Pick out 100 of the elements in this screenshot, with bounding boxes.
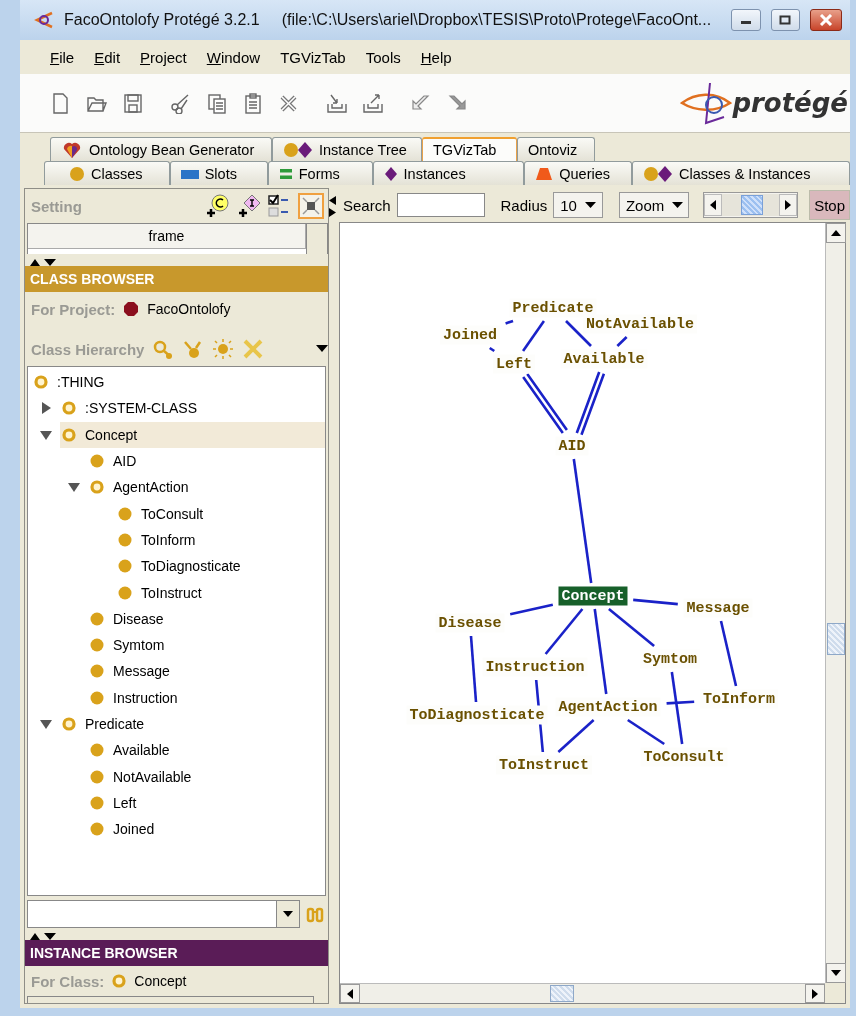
tree-item[interactable]: Available [110,740,173,761]
tree-item[interactable]: Disease [110,608,167,629]
import-icon[interactable] [326,92,348,114]
dropdown-icon[interactable] [316,345,328,353]
menu-item[interactable]: Window [198,48,273,66]
tab[interactable]: Ontology Bean Generator [50,137,272,161]
graph-node[interactable]: AgentAction [555,697,661,717]
graph-node[interactable]: AID [555,436,589,456]
down-arrow-icon[interactable] [831,970,841,976]
menu-item[interactable]: Edit [86,48,133,66]
tree-item[interactable]: Message [110,661,173,682]
slider-thumb[interactable] [741,195,764,215]
tree-item[interactable]: Instruction [110,687,181,708]
right-arrow-icon[interactable] [784,200,791,210]
graph-node[interactable]: ToInform [700,689,778,709]
graph-edge [522,320,545,352]
radius-dropdown[interactable]: 10 [553,192,603,218]
create-instance-icon[interactable] [236,193,262,219]
tree-toggle-icon[interactable] [40,718,52,730]
menu-item[interactable]: Tools [357,48,413,66]
vertical-scrollbar[interactable] [825,223,845,983]
graph-node[interactable]: Joined [440,325,500,345]
graph-node[interactable]: Disease [435,613,505,633]
tree-item[interactable]: Left [110,792,140,813]
tree-item[interactable]: AID [110,451,140,472]
tab[interactable]: Forms [267,161,373,185]
zoom-slider[interactable] [721,194,779,216]
graph-edge [627,718,665,746]
tab[interactable]: Instances [372,161,525,185]
scrollbar-thumb[interactable] [550,985,574,1002]
tree-item[interactable]: Symtom [110,635,168,656]
tab[interactable]: Ontoviz [517,137,595,161]
tree-item[interactable]: Concept [82,424,141,445]
copy-icon[interactable] [206,92,228,114]
paste-icon[interactable] [242,92,264,114]
class-dot-icon [118,506,132,521]
tree-toggle-icon[interactable] [40,428,52,441]
class-name: Concept [134,973,187,989]
tab[interactable]: Classes & Instances [632,161,850,185]
stop-button[interactable]: Stop [809,190,850,220]
dropdown-icon [283,910,293,918]
tab[interactable]: Classes [44,161,170,185]
menu-item[interactable]: TGVizTab [272,48,358,66]
minimize-button[interactable] [731,9,761,31]
tree-item[interactable]: NotAvailable [110,766,195,787]
splitter-arrows-icon[interactable] [329,196,336,218]
class-dot-icon [118,559,132,574]
instance-list[interactable] [27,996,314,1003]
graph-node[interactable]: Predicate [509,298,597,318]
view-toggle-button[interactable] [298,193,324,219]
tree-item[interactable]: :SYSTEM-CLASS [82,398,201,419]
menu-item[interactable]: File [42,48,87,66]
tab[interactable]: Queries [524,161,633,185]
double-edge [521,372,569,435]
tree-item[interactable]: ToConsult [138,503,207,524]
graph-node[interactable]: Message [683,598,753,618]
tree-toggle-icon[interactable] [40,402,52,415]
up-arrow-icon[interactable] [831,230,841,236]
save-icon[interactable] [122,92,144,114]
graph-edge [633,598,678,606]
splitter-arrows-icon[interactable] [29,258,57,266]
tree-item[interactable]: Predicate [82,714,148,734]
graph-edge [616,336,628,347]
left-arrow-icon[interactable] [709,200,716,210]
graph-node[interactable]: Concept [558,586,628,606]
menu-item[interactable]: Help [412,48,464,66]
export-icon[interactable] [362,92,384,114]
left-arrow-icon[interactable] [347,988,353,999]
tree-toggle-icon[interactable] [68,481,80,494]
graph-node[interactable]: NotAvailable [583,314,697,334]
tab[interactable]: Slots [169,161,268,185]
radius-label: Radius [500,196,548,214]
right-arrow-icon[interactable] [812,988,818,999]
project-name: FacoOntolofy [147,301,231,317]
graph-node[interactable]: ToDiagnosticate [406,705,548,725]
graph-node[interactable]: ToInstruct [496,755,592,775]
horizontal-scrollbar[interactable] [340,983,825,1003]
splitter-arrows-icon[interactable] [29,932,57,940]
graph-node[interactable]: Symtom [640,649,700,669]
tree-item[interactable]: :THING [54,372,108,393]
tree-item[interactable]: ToInform [138,529,199,550]
tab[interactable]: TGVizTab [422,137,517,161]
graph-node[interactable]: ToConsult [640,747,728,767]
tree-item[interactable]: ToInstruct [138,582,205,603]
menu-item[interactable]: Project [132,48,199,66]
tree-item[interactable]: ToDiagnosticate [138,556,244,577]
close-button[interactable] [809,9,842,31]
scrollbar-thumb[interactable] [827,623,845,655]
zoom-dropdown[interactable]: Zoom [618,192,689,218]
graph-node[interactable]: Left [493,354,535,374]
tab[interactable]: Instance Tree [272,137,422,161]
create-class-icon[interactable] [204,193,230,219]
graph-node[interactable]: Available [560,349,648,369]
search-combo-field[interactable] [27,900,300,928]
tree-item[interactable]: AgentAction [110,477,192,498]
class-ring-icon [90,480,104,495]
tree-item[interactable]: Joined [110,819,158,840]
search-field[interactable] [396,193,485,217]
graph-node[interactable]: Instruction [482,657,588,677]
maximize-button[interactable] [770,9,800,31]
